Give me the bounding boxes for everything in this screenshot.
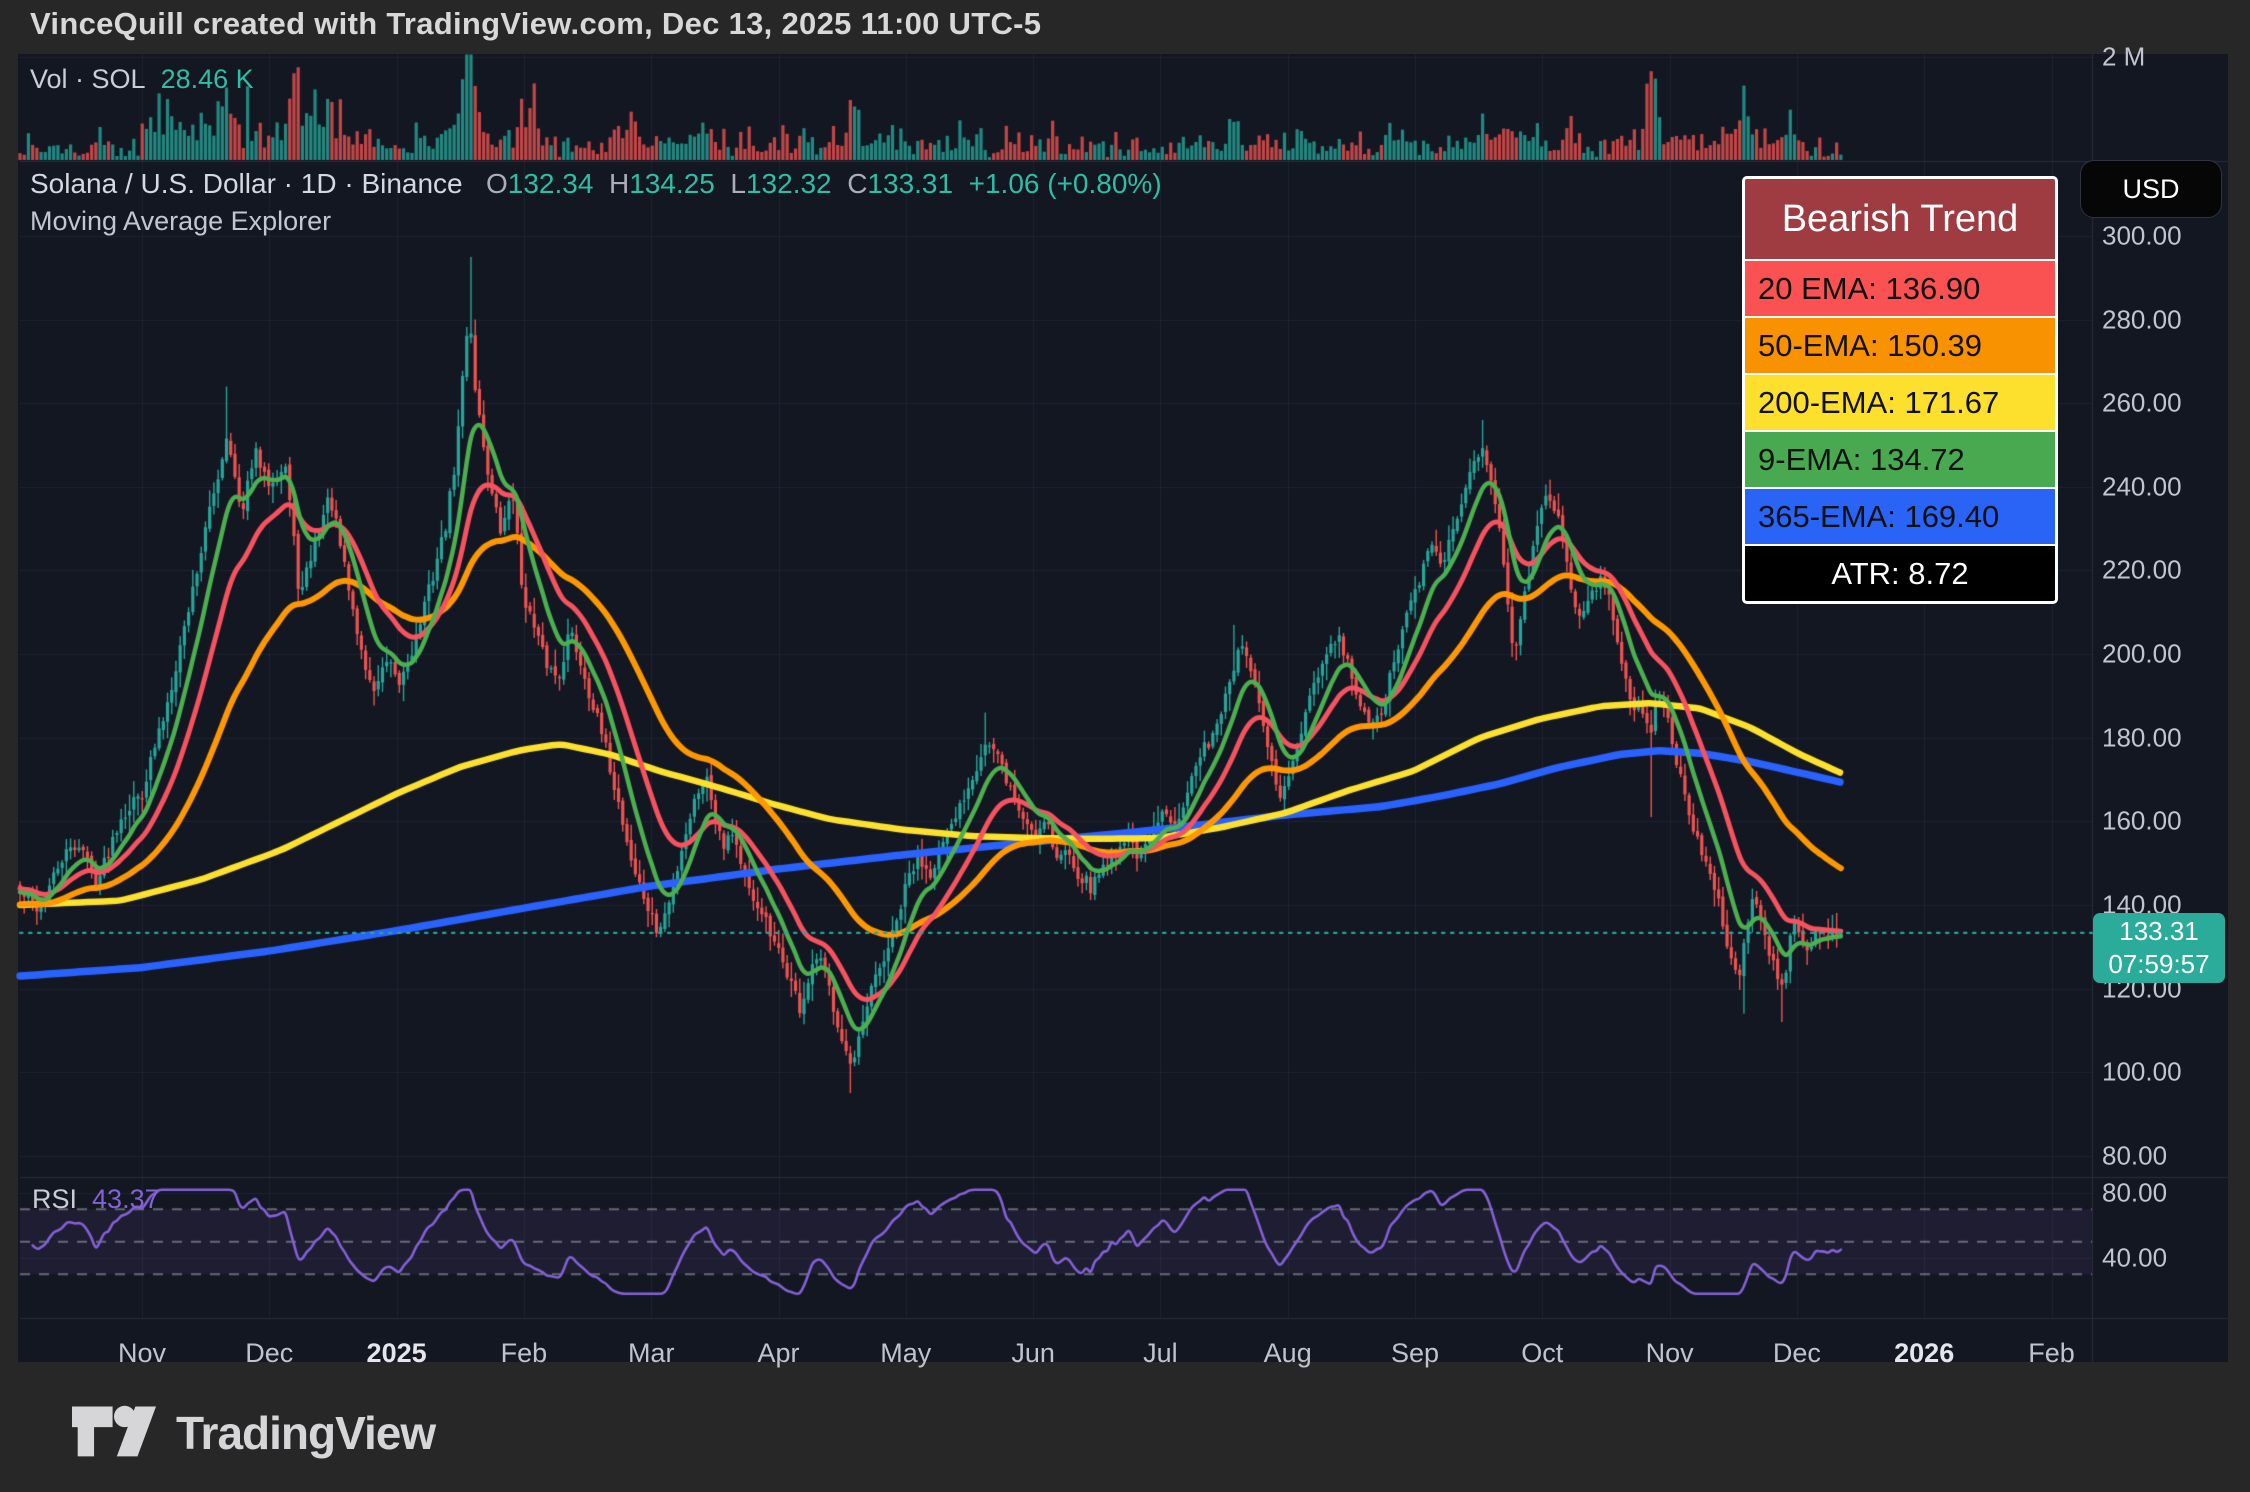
volume-value: 28.46 K bbox=[161, 64, 254, 94]
currency-toggle-button[interactable]: USD bbox=[2080, 160, 2222, 218]
time-axis-label: 2025 bbox=[367, 1338, 427, 1369]
price-tick: 200.00 bbox=[2102, 639, 2182, 670]
time-axis-label: Feb bbox=[501, 1338, 548, 1369]
price-tick: 220.00 bbox=[2102, 555, 2182, 586]
rsi-value: 43.37 bbox=[92, 1184, 160, 1214]
rsi-label: RSI bbox=[32, 1184, 77, 1214]
last-price-badge: 133.31 07:59:57 bbox=[2093, 913, 2225, 983]
legend-row-20ema: 20 EMA: 136.90 bbox=[1745, 261, 2055, 316]
symbol-ohlc-line: Solana / U.S. Dollar · 1D · Binance O132… bbox=[30, 168, 1162, 200]
time-axis-label: 2026 bbox=[1894, 1338, 1954, 1369]
low-label: L bbox=[730, 168, 746, 199]
volume-label: Vol · SOL bbox=[30, 64, 146, 94]
low-value: 132.32 bbox=[746, 168, 832, 199]
tradingview-logo-text: TradingView bbox=[176, 1406, 435, 1460]
last-price-value: 133.31 bbox=[2119, 915, 2199, 948]
legend-row-365ema: 365-EMA: 169.40 bbox=[1745, 489, 2055, 544]
time-axis-label: Jul bbox=[1143, 1338, 1178, 1369]
close-label: C bbox=[847, 168, 867, 199]
indicator-title: Moving Average Explorer bbox=[30, 206, 331, 237]
trend-legend-box[interactable]: Bearish Trend 20 EMA: 136.90 50-EMA: 150… bbox=[1742, 176, 2058, 604]
time-axis-label: Sep bbox=[1391, 1338, 1439, 1369]
price-tick: 160.00 bbox=[2102, 806, 2182, 837]
time-axis-label: Apr bbox=[757, 1338, 799, 1369]
high-value: 134.25 bbox=[629, 168, 715, 199]
tradingview-footer[interactable]: TradingView bbox=[72, 1400, 435, 1465]
legend-row-atr: ATR: 8.72 bbox=[1745, 546, 2055, 601]
rsi-legend: RSI 43.37 bbox=[32, 1184, 160, 1215]
time-axis-label: Jun bbox=[1011, 1338, 1055, 1369]
time-axis-label: Oct bbox=[1521, 1338, 1563, 1369]
symbol-name: Solana / U.S. Dollar · 1D · Binance bbox=[30, 168, 463, 199]
volume-legend: Vol · SOL 28.46 K bbox=[30, 64, 254, 95]
price-tick: 80.00 bbox=[2102, 1140, 2167, 1171]
time-axis-label: Nov bbox=[1646, 1338, 1694, 1369]
page-title: VinceQuill created with TradingView.com,… bbox=[30, 6, 1041, 42]
open-label: O bbox=[486, 168, 508, 199]
page: { "title": "VinceQuill created with Trad… bbox=[0, 0, 2250, 1492]
close-value: 133.31 bbox=[867, 168, 953, 199]
price-tick: 280.00 bbox=[2102, 304, 2182, 335]
bar-countdown: 07:59:57 bbox=[2108, 948, 2209, 981]
price-tick: 240.00 bbox=[2102, 471, 2182, 502]
price-tick: 260.00 bbox=[2102, 388, 2182, 419]
time-axis-label: Aug bbox=[1264, 1338, 1312, 1369]
open-value: 132.34 bbox=[508, 168, 594, 199]
time-axis-label: Dec bbox=[245, 1338, 293, 1369]
price-tick: 180.00 bbox=[2102, 722, 2182, 753]
legend-row-50ema: 50-EMA: 150.39 bbox=[1745, 318, 2055, 373]
rsi-tick: 80.00 bbox=[2102, 1178, 2167, 1209]
legend-row-200ema: 200-EMA: 171.67 bbox=[1745, 375, 2055, 430]
trend-status-header: Bearish Trend bbox=[1745, 179, 2055, 259]
tradingview-logo-icon bbox=[72, 1400, 156, 1465]
time-axis-label: Nov bbox=[118, 1338, 166, 1369]
change-value: +1.06 (+0.80%) bbox=[969, 168, 1162, 199]
time-axis-label: Mar bbox=[628, 1338, 675, 1369]
time-axis-label: Feb bbox=[2028, 1338, 2075, 1369]
price-tick: 100.00 bbox=[2102, 1057, 2182, 1088]
price-tick: 300.00 bbox=[2102, 221, 2182, 252]
volume-scale-label: 2 M bbox=[2102, 42, 2145, 73]
time-axis-label: May bbox=[880, 1338, 931, 1369]
rsi-tick: 40.00 bbox=[2102, 1243, 2167, 1274]
high-label: H bbox=[609, 168, 629, 199]
legend-row-9ema: 9-EMA: 134.72 bbox=[1745, 432, 2055, 487]
time-axis-label: Dec bbox=[1773, 1338, 1821, 1369]
